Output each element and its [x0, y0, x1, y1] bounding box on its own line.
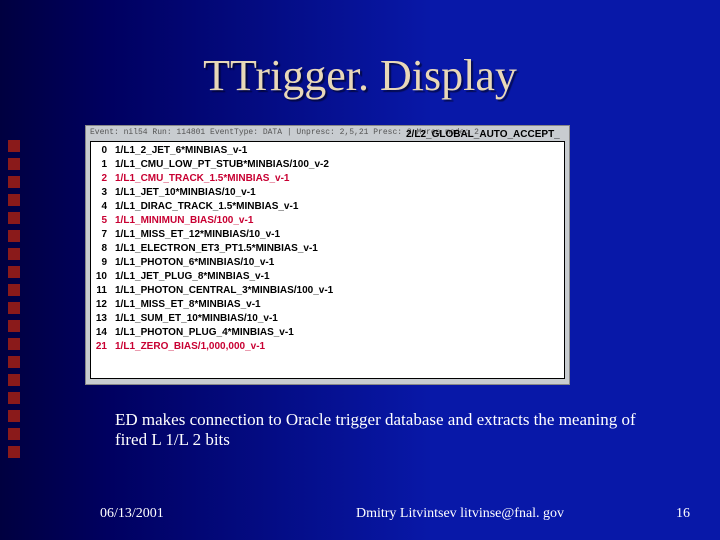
trigger-row: 81/L1_ELECTRON_ET3_PT1.5*MINBIAS_v-1 — [91, 242, 564, 256]
row-text: 1/L1_ZERO_BIAS/1,000,000_v-1 — [115, 340, 564, 354]
row-number: 21 — [91, 340, 115, 354]
trigger-row: 211/L1_ZERO_BIAS/1,000,000_v-1 — [91, 340, 564, 354]
row-number: 8 — [91, 242, 115, 256]
trigger-row: 11/L1_CMU_LOW_PT_STUB*MINBIAS/100_v-2 — [91, 158, 564, 172]
row-text: 1/L1_MINIMUN_BIAS/100_v-1 — [115, 214, 564, 228]
trigger-row: 91/L1_PHOTON_6*MINBIAS/10_v-1 — [91, 256, 564, 270]
trigger-row: 121/L1_MISS_ET_8*MINBIAS_v-1 — [91, 298, 564, 312]
row-number: 5 — [91, 214, 115, 228]
decorative-bullets — [8, 140, 20, 464]
trigger-row: 101/L1_JET_PLUG_8*MINBIAS_v-1 — [91, 270, 564, 284]
row-text: 1/L1_2_JET_6*MINBIAS_v-1 — [115, 144, 564, 158]
row-number: 13 — [91, 312, 115, 326]
extra-label: 2/L2_GLOBAL_AUTO_ACCEPT_ — [406, 141, 565, 142]
row-text: 1/L1_JET_10*MINBIAS/10_v-1 — [115, 186, 564, 200]
row-text: 1/L1_PHOTON_PLUG_4*MINBIAS_v-1 — [115, 326, 564, 340]
row-number: 1 — [91, 158, 115, 172]
row-number: 7 — [91, 228, 115, 242]
row-text: 1/L1_SUM_ET_10*MINBIAS/10_v-1 — [115, 312, 564, 326]
trigger-row: 141/L1_PHOTON_PLUG_4*MINBIAS_v-1 — [91, 326, 564, 340]
row-number: 0 — [91, 144, 115, 158]
row-number: 10 — [91, 270, 115, 284]
trigger-row: 41/L1_DIRAC_TRACK_1.5*MINBIAS_v-1 — [91, 200, 564, 214]
trigger-row: 111/L1_PHOTON_CENTRAL_3*MINBIAS/100_v-1 — [91, 284, 564, 298]
trigger-row: 131/L1_SUM_ET_10*MINBIAS/10_v-1 — [91, 312, 564, 326]
row-text: 1/L1_MISS_ET_12*MINBIAS/10_v-1 — [115, 228, 564, 242]
trigger-row: 21/L1_CMU_TRACK_1.5*MINBIAS_v-1 — [91, 172, 564, 186]
caption-text: ED makes connection to Oracle trigger da… — [115, 410, 660, 451]
footer-author: Dmitry Litvintsev litvinse@fnal. gov — [270, 506, 650, 522]
footer-date: 06/13/2001 — [100, 506, 270, 522]
row-text: 1/L1_DIRAC_TRACK_1.5*MINBIAS_v-1 — [115, 200, 564, 214]
trigger-panel: Event: nil54 Run: 114801 EventType: DATA… — [85, 125, 570, 385]
row-text: 1/L1_ELECTRON_ET3_PT1.5*MINBIAS_v-1 — [115, 242, 564, 256]
row-text: 1/L1_CMU_LOW_PT_STUB*MINBIAS/100_v-2 — [115, 158, 564, 172]
slide-title: TTrigger. Display — [0, 50, 720, 101]
row-number: 4 — [91, 200, 115, 214]
footer-page: 16 — [650, 506, 690, 522]
row-number: 12 — [91, 298, 115, 312]
row-number: 2 — [91, 172, 115, 186]
trigger-row: 71/L1_MISS_ET_12*MINBIAS/10_v-1 — [91, 228, 564, 242]
footer: 06/13/2001 Dmitry Litvintsev litvinse@fn… — [0, 506, 720, 522]
row-text: 1/L1_PHOTON_6*MINBIAS/10_v-1 — [115, 256, 564, 270]
trigger-list: 2/L2_GLOBAL_AUTO_ACCEPT_ 01/L1_2_JET_6*M… — [90, 141, 565, 379]
trigger-row: 31/L1_JET_10*MINBIAS/10_v-1 — [91, 186, 564, 200]
row-number: 3 — [91, 186, 115, 200]
row-text: 1/L1_PHOTON_CENTRAL_3*MINBIAS/100_v-1 — [115, 284, 564, 298]
trigger-row: 51/L1_MINIMUN_BIAS/100_v-1 — [91, 214, 564, 228]
row-text: 1/L1_MISS_ET_8*MINBIAS_v-1 — [115, 298, 564, 312]
trigger-row: 01/L1_2_JET_6*MINBIAS_v-1 — [91, 144, 564, 158]
row-number: 14 — [91, 326, 115, 340]
row-text: 1/L1_CMU_TRACK_1.5*MINBIAS_v-1 — [115, 172, 564, 186]
row-number: 9 — [91, 256, 115, 270]
row-number: 11 — [91, 284, 115, 298]
row-text: 1/L1_JET_PLUG_8*MINBIAS_v-1 — [115, 270, 564, 284]
